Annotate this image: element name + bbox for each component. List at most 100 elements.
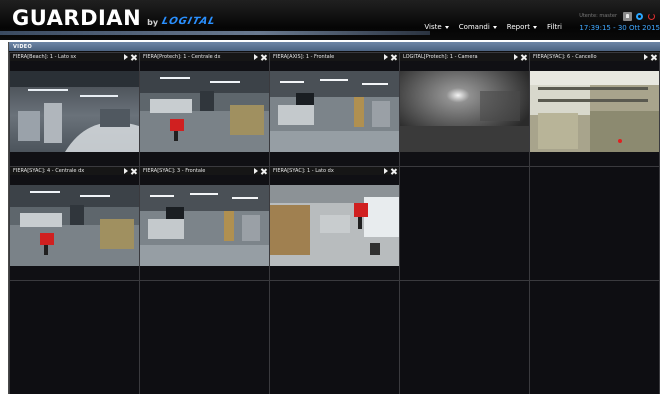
camera-video-feed[interactable] bbox=[270, 71, 399, 152]
camera-tile-header: FIERA[SYAC]: 4 - Centrale dx bbox=[10, 167, 139, 175]
play-button[interactable] bbox=[383, 54, 389, 60]
camera-frame bbox=[270, 185, 399, 266]
brand-by: by bbox=[147, 18, 159, 27]
camera-video-feed[interactable] bbox=[10, 185, 139, 266]
play-button[interactable] bbox=[383, 168, 389, 174]
camera-video-feed[interactable] bbox=[140, 185, 269, 266]
close-icon bbox=[521, 54, 527, 60]
chevron-down-icon bbox=[533, 25, 538, 29]
menu-filtri[interactable]: Filtri bbox=[547, 23, 562, 31]
camera-tile[interactable]: FIERA[SYAC]: 1 - Lato dx bbox=[269, 166, 400, 281]
camera-tile[interactable]: LOGITAL[Protech]: 1 - Camera bbox=[399, 52, 530, 167]
camera-tile[interactable]: FIERA[Protech]: 1 - Centrale dx bbox=[139, 52, 270, 167]
camera-controls bbox=[643, 54, 659, 60]
menu-viste[interactable]: Viste bbox=[424, 23, 449, 31]
close-button[interactable] bbox=[521, 54, 527, 60]
camera-video-feed[interactable] bbox=[10, 71, 139, 152]
video-panel: VIDEO FIERA[Beach]: 1 - Lato sx FIERA[Pr… bbox=[8, 42, 660, 394]
play-button[interactable] bbox=[643, 54, 649, 60]
camera-tile-header: LOGITAL[Protech]: 1 - Camera bbox=[400, 53, 529, 61]
camera-tile[interactable]: FIERA[SYAC]: 4 - Centrale dx bbox=[9, 166, 140, 281]
close-button[interactable] bbox=[131, 54, 137, 60]
camera-controls bbox=[123, 54, 139, 60]
play-button[interactable] bbox=[253, 168, 259, 174]
close-button[interactable] bbox=[261, 168, 267, 174]
main-menu: Viste Comandi Report Filtri bbox=[424, 23, 562, 31]
camera-title: FIERA[Beach]: 1 - Lato sx bbox=[13, 54, 77, 60]
camera-tile[interactable]: FIERA[SYAC]: 6 - Cancello bbox=[529, 52, 660, 167]
close-button[interactable] bbox=[391, 54, 397, 60]
camera-frame bbox=[140, 71, 269, 152]
brand-name: GUARDIAN bbox=[12, 6, 142, 30]
app-header: GUARDIAN by LOGITAL Viste Comandi Report… bbox=[0, 0, 660, 40]
close-button[interactable] bbox=[131, 168, 137, 174]
close-button[interactable] bbox=[651, 54, 657, 60]
menu-comandi[interactable]: Comandi bbox=[459, 23, 497, 31]
camera-tile[interactable]: FIERA[AXIS]: 1 - Frontale bbox=[269, 52, 400, 167]
camera-video-feed[interactable] bbox=[530, 71, 659, 152]
camera-tile-header: FIERA[SYAC]: 1 - Lato dx bbox=[270, 167, 399, 175]
empty-camera-slot[interactable] bbox=[529, 280, 660, 394]
close-icon bbox=[391, 54, 397, 60]
empty-camera-slot[interactable] bbox=[9, 280, 140, 394]
play-button[interactable] bbox=[253, 54, 259, 60]
header-accent-bar bbox=[0, 31, 430, 35]
camera-tile-header: FIERA[Beach]: 1 - Lato sx bbox=[10, 53, 139, 61]
datetime: 17:39:15 - 30 Ott 2015 bbox=[579, 24, 660, 32]
close-icon bbox=[261, 54, 267, 60]
user-icon[interactable] bbox=[623, 11, 632, 21]
empty-camera-slot[interactable] bbox=[529, 166, 660, 281]
camera-title: LOGITAL[Protech]: 1 - Camera bbox=[403, 54, 478, 60]
camera-video-feed[interactable] bbox=[400, 71, 529, 152]
camera-frame bbox=[400, 71, 529, 152]
empty-camera-slot[interactable] bbox=[399, 166, 530, 281]
empty-camera-slot[interactable] bbox=[139, 280, 270, 394]
camera-title: FIERA[SYAC]: 3 - Frontale bbox=[143, 168, 206, 174]
settings-icon[interactable] bbox=[635, 12, 644, 21]
user-label: Utente: master bbox=[579, 13, 617, 19]
camera-grid: FIERA[Beach]: 1 - Lato sx FIERA[Protech]… bbox=[9, 52, 660, 394]
camera-tile[interactable]: FIERA[SYAC]: 3 - Frontale bbox=[139, 166, 270, 281]
play-icon bbox=[254, 54, 258, 60]
empty-camera-slot[interactable] bbox=[399, 280, 530, 394]
play-button[interactable] bbox=[513, 54, 519, 60]
user-area: Utente: master bbox=[568, 10, 660, 22]
camera-controls bbox=[513, 54, 529, 60]
camera-controls bbox=[253, 54, 269, 60]
camera-controls bbox=[123, 168, 139, 174]
play-button[interactable] bbox=[123, 168, 129, 174]
play-icon bbox=[124, 168, 128, 174]
camera-tile[interactable]: FIERA[Beach]: 1 - Lato sx bbox=[9, 52, 140, 167]
close-button[interactable] bbox=[391, 168, 397, 174]
close-icon bbox=[651, 54, 657, 60]
empty-camera-slot[interactable] bbox=[269, 280, 400, 394]
camera-tile-header: FIERA[SYAC]: 6 - Cancello bbox=[530, 53, 659, 61]
guardian-app: GUARDIAN by LOGITAL Viste Comandi Report… bbox=[0, 0, 660, 394]
camera-video-feed[interactable] bbox=[140, 71, 269, 152]
camera-controls bbox=[253, 168, 269, 174]
camera-controls bbox=[383, 168, 399, 174]
camera-frame bbox=[10, 185, 139, 266]
camera-frame bbox=[270, 71, 399, 152]
close-icon bbox=[391, 168, 397, 174]
camera-video-feed[interactable] bbox=[270, 185, 399, 266]
camera-title: FIERA[SYAC]: 4 - Centrale dx bbox=[13, 168, 85, 174]
menu-comandi-label: Comandi bbox=[458, 23, 490, 31]
camera-frame bbox=[140, 185, 269, 266]
close-icon bbox=[131, 54, 137, 60]
power-icon[interactable] bbox=[647, 12, 656, 21]
close-button[interactable] bbox=[261, 54, 267, 60]
play-button[interactable] bbox=[123, 54, 129, 60]
camera-title: FIERA[SYAC]: 6 - Cancello bbox=[533, 54, 597, 60]
brand-logo: GUARDIAN by LOGITAL bbox=[12, 6, 217, 30]
panel-title: VIDEO bbox=[9, 42, 660, 51]
camera-controls bbox=[383, 54, 399, 60]
play-icon bbox=[384, 168, 388, 174]
camera-frame bbox=[10, 71, 139, 152]
chevron-down-icon bbox=[444, 25, 449, 29]
camera-tile-header: FIERA[AXIS]: 1 - Frontale bbox=[270, 53, 399, 61]
play-icon bbox=[644, 54, 648, 60]
menu-report[interactable]: Report bbox=[507, 23, 538, 31]
camera-title: FIERA[Protech]: 1 - Centrale dx bbox=[143, 54, 221, 60]
chevron-down-icon bbox=[492, 25, 497, 29]
